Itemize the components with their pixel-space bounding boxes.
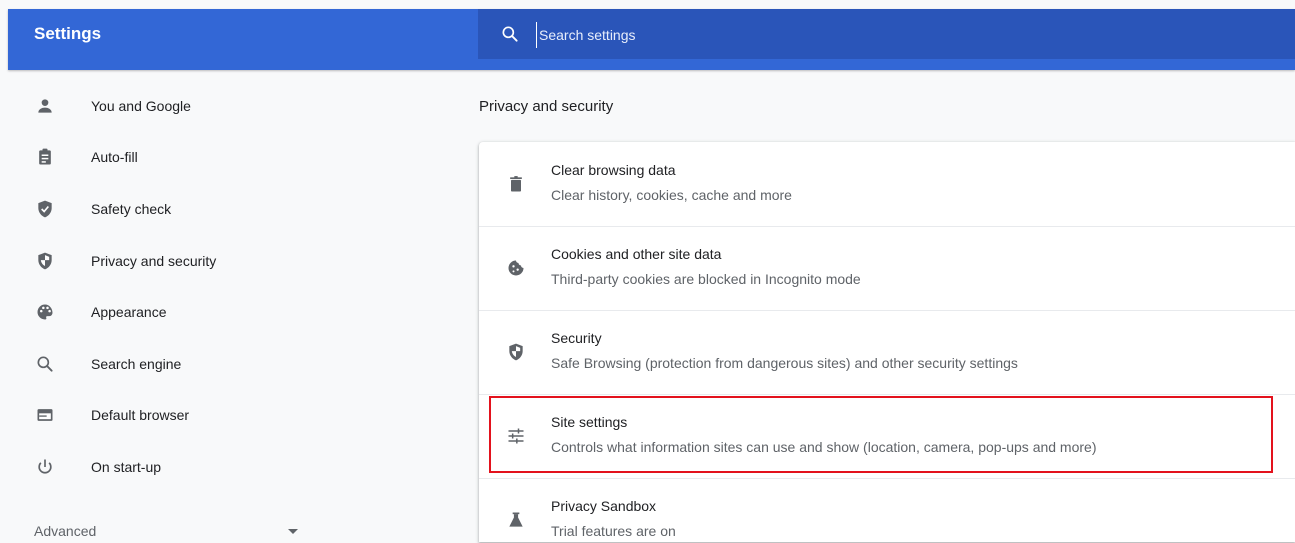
sidebar-item-you-and-google[interactable]: You and Google [0,82,330,130]
shield-icon [504,340,528,364]
divider [479,226,1295,227]
sidebar-item-on-start-up[interactable]: On start-up [0,443,330,491]
settings-row-privacy-sandbox[interactable]: Privacy Sandbox Trial features are on [479,478,1295,542]
advanced-label: Advanced [34,523,97,539]
chevron-down-icon [288,529,298,534]
trash-icon [504,172,528,196]
row-title: Privacy Sandbox [551,498,657,514]
sidebar-item-auto-fill[interactable]: Auto-fill [0,133,330,181]
cookie-icon [504,256,528,280]
row-title: Site settings [551,414,628,430]
settings-row-security[interactable]: Security Safe Browsing (protection from … [479,310,1295,394]
palette-icon [33,300,57,324]
sidebar-item-privacy-and-security[interactable]: Privacy and security [0,237,330,285]
row-subtitle: Third-party cookies are blocked in Incog… [551,271,861,287]
app-header: Settings [8,9,1295,70]
flask-icon [504,508,528,532]
search-icon [500,24,520,44]
clipboard-icon [33,145,57,169]
sidebar-item-label: Auto-fill [91,149,138,165]
search-box[interactable] [478,9,1295,59]
sidebar-item-default-browser[interactable]: Default browser [0,391,330,439]
search-input[interactable] [536,22,1241,48]
section-title: Privacy and security [479,98,614,115]
sidebar-item-label: Search engine [91,356,182,372]
sidebar-item-label: Default browser [91,407,190,423]
sidebar-item-search-engine[interactable]: Search engine [0,340,330,388]
row-subtitle: Clear history, cookies, cache and more [551,187,792,203]
power-icon [33,455,57,479]
divider [479,394,1295,395]
advanced-section-toggle[interactable]: Advanced [34,523,314,543]
sidebar-item-appearance[interactable]: Appearance [0,288,330,336]
row-title: Cookies and other site data [551,246,722,262]
page-title: Settings [34,24,102,43]
row-subtitle: Controls what information sites can use … [551,439,1097,455]
sidebar-item-label: Appearance [91,304,167,320]
privacy-settings-card: Clear browsing data Clear history, cooki… [479,142,1295,542]
settings-row-clear-browsing-data[interactable]: Clear browsing data Clear history, cooki… [479,142,1295,226]
person-icon [33,94,57,118]
row-title: Clear browsing data [551,162,676,178]
tune-icon [504,424,528,448]
sidebar-item-label: Privacy and security [91,253,217,269]
settings-row-site-settings[interactable]: Site settings Controls what information … [479,394,1295,478]
row-subtitle: Safe Browsing (protection from dangerous… [551,355,1018,371]
sidebar-item-label: You and Google [91,98,191,114]
sidebar-item-label: On start-up [91,459,162,475]
shield-icon [33,249,57,273]
divider [479,310,1295,311]
shield-check-icon [33,197,57,221]
search-icon [33,352,57,376]
settings-row-cookies[interactable]: Cookies and other site data Third-party … [479,226,1295,310]
divider [479,478,1295,479]
sidebar-item-label: Safety check [91,201,172,217]
row-subtitle: Trial features are on [551,523,676,539]
browser-icon [33,403,57,427]
row-title: Security [551,330,602,346]
sidebar-item-safety-check[interactable]: Safety check [0,185,330,233]
